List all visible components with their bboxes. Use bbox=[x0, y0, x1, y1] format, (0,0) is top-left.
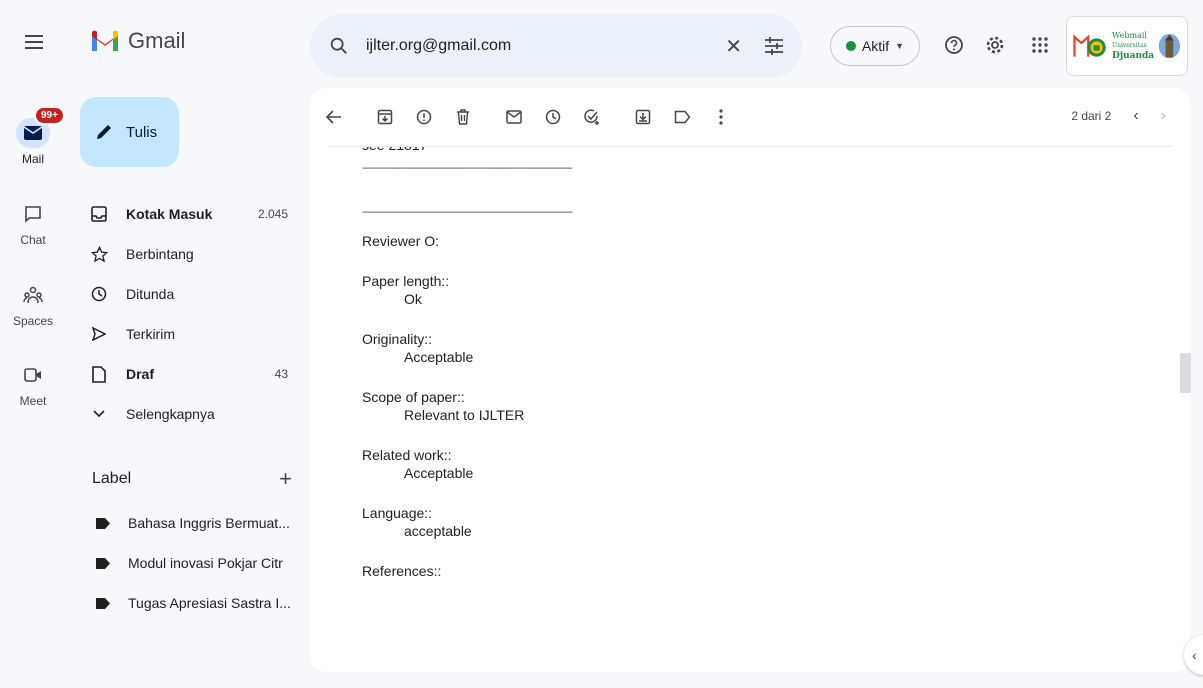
rail-chat[interactable]: Chat bbox=[8, 199, 58, 247]
trash-icon[interactable] bbox=[453, 107, 473, 127]
back-arrow-icon[interactable] bbox=[324, 107, 344, 127]
inbox-icon bbox=[90, 205, 108, 223]
more-options-icon[interactable] bbox=[711, 107, 731, 127]
meet-video-icon bbox=[16, 360, 50, 390]
divider-line: ----------------------------------------… bbox=[362, 163, 573, 172]
app-name: Gmail bbox=[128, 28, 186, 53]
send-icon bbox=[90, 325, 108, 343]
gmail-m-icon bbox=[92, 30, 118, 51]
chevron-down-icon bbox=[90, 405, 108, 423]
unread-count-badge: 99+ bbox=[34, 106, 65, 125]
spaces-icon bbox=[16, 280, 50, 310]
status-label: Aktif bbox=[861, 38, 890, 54]
page-indicator: 2 dari 2 bbox=[1071, 109, 1112, 123]
move-to-icon[interactable] bbox=[633, 107, 653, 127]
apps-grid-icon[interactable] bbox=[1030, 35, 1050, 55]
review-field: Language:: acceptable bbox=[362, 505, 472, 539]
clock-icon bbox=[90, 285, 108, 303]
chat-icon bbox=[16, 199, 50, 229]
label-tag-icon bbox=[96, 557, 110, 569]
email-body: see 21817 ------------------------------… bbox=[362, 140, 1122, 580]
clear-search-icon[interactable]: ✕ bbox=[725, 34, 742, 59]
search-bar[interactable]: ijlter.org@gmail.com ✕ bbox=[310, 14, 802, 78]
search-icon[interactable] bbox=[328, 35, 350, 57]
reviewer-heading: Reviewer O: bbox=[362, 233, 440, 249]
nav-count: 43 bbox=[274, 367, 288, 381]
label-list: Bahasa Inggris Bermuat... Modul inovasi … bbox=[80, 503, 298, 623]
review-field: Paper length:: Ok bbox=[362, 273, 450, 307]
report-spam-icon[interactable] bbox=[414, 107, 434, 127]
profile-photo-icon bbox=[1158, 33, 1181, 59]
add-task-icon[interactable] bbox=[582, 107, 602, 127]
prev-chevron-icon[interactable]: ‹ bbox=[1133, 107, 1138, 125]
rail-meet[interactable]: Meet bbox=[8, 360, 58, 408]
rail-label: Spaces bbox=[12, 314, 54, 328]
review-field: Scope of paper:: Relevant to IJLTER bbox=[362, 389, 525, 423]
nav-count: 2.045 bbox=[257, 207, 288, 221]
chevron-left-icon: ‹ bbox=[1192, 647, 1197, 663]
org-name: Webmail Universitas Djuanda bbox=[1112, 31, 1155, 61]
snooze-clock-icon[interactable] bbox=[543, 107, 563, 127]
account-avatar[interactable]: Webmail Universitas Djuanda bbox=[1066, 16, 1188, 76]
main-menu-button[interactable] bbox=[25, 35, 43, 49]
rail-spaces[interactable]: Spaces bbox=[8, 280, 58, 328]
compose-button[interactable]: Tulis bbox=[80, 97, 179, 167]
labels-header: Label + bbox=[92, 466, 292, 492]
label-item[interactable]: Modul inovasi Pokjar Citr bbox=[80, 543, 298, 583]
rail-label: Mail bbox=[21, 152, 44, 166]
nav-item-starred[interactable]: Berbintang bbox=[80, 234, 298, 274]
divider-line: ----------------------------------------… bbox=[362, 207, 573, 216]
university-logo-icon bbox=[1073, 34, 1106, 57]
pencil-icon bbox=[97, 125, 111, 139]
help-icon[interactable] bbox=[944, 35, 964, 55]
mail-icon: 99+ bbox=[16, 106, 65, 148]
caret-down-icon: ▼ bbox=[895, 41, 905, 51]
label-icon[interactable] bbox=[672, 107, 692, 127]
nav-item-inbox[interactable]: Kotak Masuk 2.045 bbox=[80, 194, 298, 234]
review-field: References:: bbox=[362, 563, 442, 579]
next-chevron-icon[interactable]: › bbox=[1161, 107, 1166, 125]
message-panel: see 21817 ------------------------------… bbox=[310, 88, 1190, 672]
review-field: Originality:: Acceptable bbox=[362, 331, 474, 365]
rail-mail[interactable]: 99+ Mail bbox=[8, 106, 65, 166]
settings-gear-icon[interactable] bbox=[985, 35, 1005, 55]
mark-unread-icon[interactable] bbox=[504, 107, 524, 127]
message-toolbar: 2 dari 2 ‹ › bbox=[310, 88, 1190, 146]
label-item[interactable]: Tugas Apresiasi Sastra I... bbox=[80, 583, 298, 623]
draft-icon bbox=[90, 365, 108, 383]
gmail-logo[interactable]: Gmail bbox=[90, 28, 185, 54]
compose-label: Tulis bbox=[126, 123, 158, 141]
search-options-icon[interactable] bbox=[764, 37, 784, 55]
nav-item-snoozed[interactable]: Ditunda bbox=[80, 274, 298, 314]
status-dropdown[interactable]: Aktif ▼ bbox=[830, 26, 920, 66]
rail-label: Meet bbox=[19, 394, 47, 408]
rail-label: Chat bbox=[20, 233, 46, 247]
toolbar-divider bbox=[330, 146, 1172, 147]
labels-title: Label bbox=[92, 470, 132, 487]
label-item[interactable]: Bahasa Inggris Bermuat... bbox=[80, 503, 298, 543]
nav-item-more[interactable]: Selengkapnya bbox=[80, 394, 298, 434]
status-dot-icon bbox=[845, 41, 856, 51]
star-icon bbox=[90, 245, 108, 263]
nav-item-drafts[interactable]: Draf 43 bbox=[80, 354, 298, 394]
mail-folders: Kotak Masuk 2.045 Berbintang Ditunda Ter… bbox=[80, 194, 298, 434]
archive-icon[interactable] bbox=[375, 107, 395, 127]
search-input[interactable]: ijlter.org@gmail.com bbox=[366, 37, 725, 55]
label-tag-icon bbox=[96, 517, 110, 529]
nav-item-sent[interactable]: Terkirim bbox=[80, 314, 298, 354]
review-field: Related work:: Acceptable bbox=[362, 447, 474, 481]
label-tag-icon bbox=[96, 597, 110, 609]
pagination: 2 dari 2 ‹ › bbox=[1071, 107, 1166, 125]
add-label-icon[interactable]: + bbox=[279, 466, 292, 492]
scrollbar-thumb[interactable] bbox=[1180, 353, 1191, 393]
